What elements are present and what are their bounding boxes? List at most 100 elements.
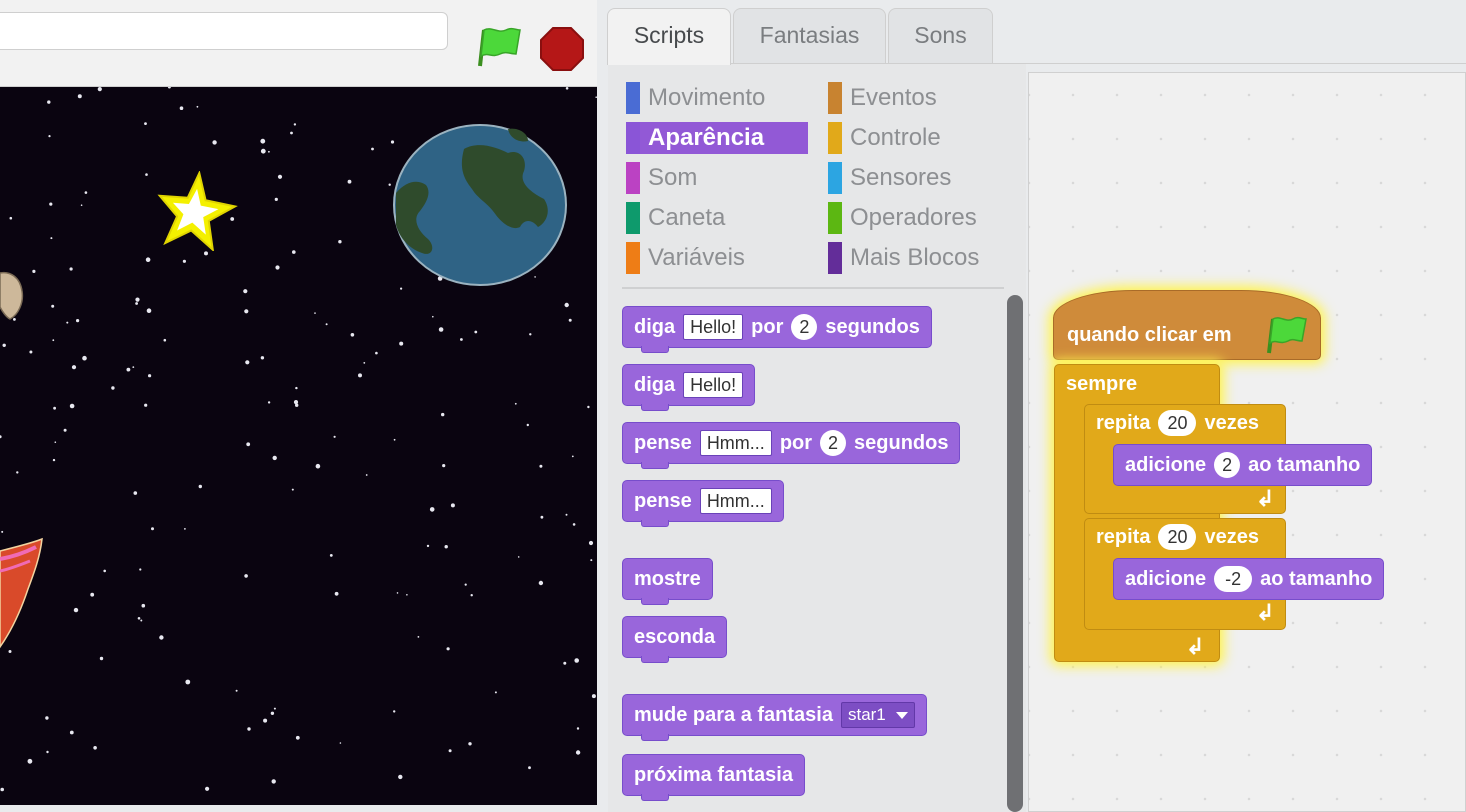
- category-color-swatch: [828, 202, 842, 234]
- category-color-swatch: [626, 122, 640, 154]
- when-flag-clicked-block[interactable]: quando clicar em: [1053, 290, 1321, 360]
- background-star: [460, 338, 463, 341]
- background-star: [417, 636, 420, 638]
- background-star: [99, 656, 104, 661]
- category-color-swatch: [828, 242, 842, 274]
- background-star: [141, 603, 146, 608]
- loop-arrow-icon: ↲: [1256, 486, 1275, 511]
- background-star: [438, 327, 444, 332]
- tab-costumes[interactable]: Fantasias: [733, 8, 886, 64]
- say-for-secs-block[interactable]: diga Hello! por 2 segundos: [622, 306, 932, 353]
- tab-sounds[interactable]: Sons: [888, 8, 993, 64]
- text-input[interactable]: Hello!: [683, 372, 744, 398]
- category-movimento[interactable]: Movimento: [626, 82, 808, 114]
- category-color-swatch: [828, 82, 842, 114]
- background-star: [185, 679, 191, 685]
- category-sensores[interactable]: Sensores: [828, 162, 1010, 194]
- earth-sprite[interactable]: [392, 123, 568, 287]
- category-color-swatch: [626, 82, 640, 114]
- category-som[interactable]: Som: [626, 162, 808, 194]
- text-input[interactable]: Hello!: [683, 314, 744, 340]
- background-star: [97, 87, 102, 92]
- background-star: [146, 308, 152, 313]
- tab-scripts[interactable]: Scripts: [607, 8, 731, 65]
- hide-block[interactable]: esconda: [622, 616, 728, 663]
- background-star: [145, 173, 148, 176]
- next-costume-block[interactable]: próxima fantasia: [622, 754, 805, 801]
- background-star: [126, 367, 131, 372]
- green-flag-icon[interactable]: [474, 24, 524, 70]
- category-eventos[interactable]: Eventos: [828, 82, 1010, 114]
- background-star: [526, 423, 529, 427]
- stage[interactable]: [0, 87, 597, 805]
- category-label: Som: [648, 164, 698, 191]
- background-star: [205, 786, 210, 791]
- rocket-sprite[interactable]: [0, 537, 46, 657]
- background-star: [204, 251, 208, 256]
- project-title-input[interactable]: [0, 12, 448, 50]
- text-input[interactable]: Hmm...: [699, 488, 772, 514]
- palette-scrollbar[interactable]: [1007, 295, 1023, 812]
- background-star: [2, 343, 6, 347]
- background-star: [135, 297, 140, 302]
- background-star: [446, 647, 450, 651]
- category-caneta[interactable]: Caneta: [626, 202, 808, 234]
- category-variáveis[interactable]: Variáveis: [626, 242, 808, 274]
- repeat-header: repita 20 vezes: [1096, 524, 1259, 550]
- stage-header: [0, 0, 597, 87]
- background-star: [32, 269, 36, 273]
- block-word: diga: [634, 373, 676, 396]
- costume-dropdown[interactable]: star1: [840, 702, 915, 728]
- think-block[interactable]: pense Hmm...: [622, 480, 784, 527]
- background-star: [393, 710, 396, 713]
- say-block[interactable]: diga Hello!: [622, 364, 756, 411]
- category-mais-blocos[interactable]: Mais Blocos: [828, 242, 1010, 274]
- stop-sign-icon[interactable]: [539, 26, 585, 72]
- block-word: vezes: [1204, 411, 1259, 434]
- background-star: [52, 339, 55, 342]
- background-star: [295, 386, 298, 390]
- block-notch: [641, 346, 669, 353]
- think-for-secs-block[interactable]: pense Hmm... por 2 segundos: [622, 422, 961, 469]
- number-input[interactable]: 2: [1214, 452, 1241, 478]
- star-sprite[interactable]: [156, 171, 238, 251]
- background-star: [396, 592, 399, 594]
- background-star: [576, 727, 580, 730]
- background-star: [315, 463, 321, 469]
- change-size-block[interactable]: adicione 2 ao tamanho: [1113, 444, 1373, 486]
- block-word: próxima fantasia: [634, 763, 793, 786]
- category-color-swatch: [626, 162, 640, 194]
- number-input[interactable]: 2: [791, 314, 818, 340]
- block-notch: [641, 462, 669, 469]
- background-star: [441, 412, 445, 417]
- block-word: esconda: [634, 625, 716, 648]
- background-star: [339, 742, 342, 744]
- change-size-block[interactable]: adicione -2 ao tamanho: [1113, 558, 1385, 600]
- number-input[interactable]: 2: [820, 430, 847, 456]
- number-input[interactable]: -2: [1214, 566, 1253, 592]
- repeat-count-input[interactable]: 20: [1158, 410, 1197, 436]
- switch-costume-block[interactable]: mude para a fantasia star1: [622, 694, 927, 741]
- background-star: [275, 265, 280, 270]
- category-controle[interactable]: Controle: [828, 122, 1010, 154]
- background-star: [575, 750, 581, 755]
- text-input[interactable]: Hmm...: [699, 430, 772, 456]
- background-star: [48, 135, 51, 138]
- category-aparência[interactable]: Aparência: [626, 122, 808, 154]
- repeat-count-input[interactable]: 20: [1158, 524, 1197, 550]
- background-star: [144, 403, 148, 407]
- background-star: [572, 523, 576, 526]
- block-notch: [641, 656, 669, 663]
- background-star: [133, 491, 138, 495]
- background-star: [398, 774, 403, 780]
- background-star: [329, 554, 333, 557]
- background-star: [338, 240, 342, 244]
- background-star: [140, 619, 143, 622]
- background-star: [49, 202, 53, 206]
- hat-label: quando clicar em: [1067, 324, 1232, 346]
- category-operadores[interactable]: Operadores: [828, 202, 1010, 234]
- category-label: Eventos: [850, 84, 937, 111]
- category-color-swatch: [626, 242, 640, 274]
- show-block[interactable]: mostre: [622, 558, 713, 605]
- astronaut-sprite[interactable]: [0, 263, 30, 323]
